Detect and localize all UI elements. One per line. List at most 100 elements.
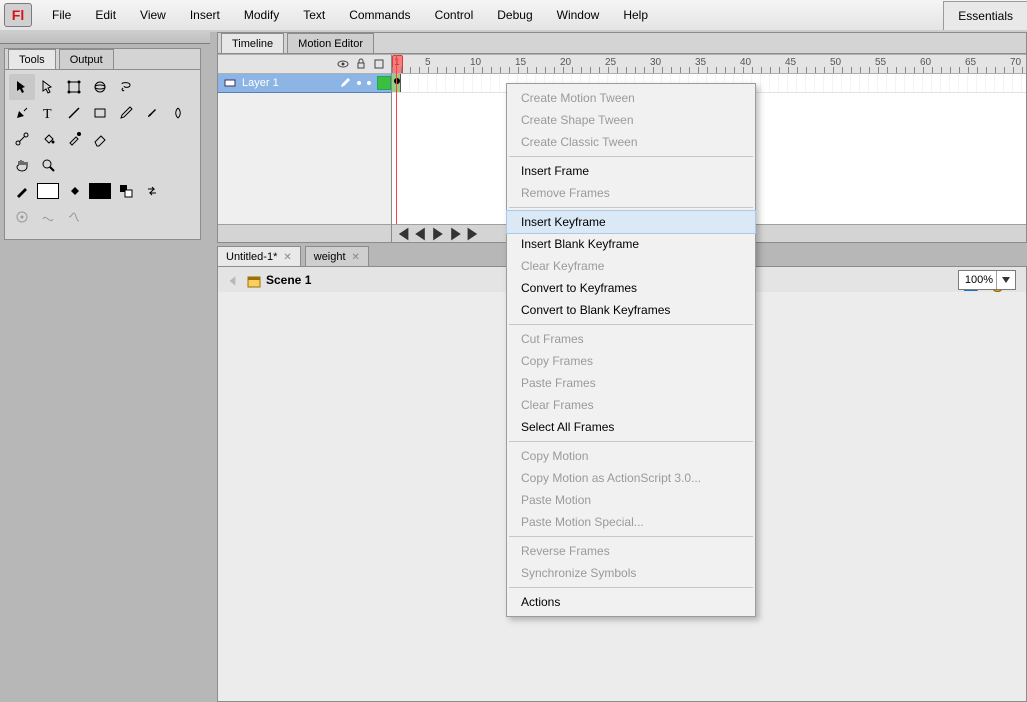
swap-colors-icon[interactable]	[139, 178, 165, 204]
context-item: Copy Motion	[507, 445, 755, 467]
layer-icon	[224, 77, 236, 89]
lasso-tool[interactable]	[113, 74, 139, 100]
menu-debug[interactable]: Debug	[485, 4, 544, 26]
menu-view[interactable]: View	[128, 4, 178, 26]
black-and-white-icon[interactable]	[113, 178, 139, 204]
zoom-field[interactable]: 100%	[958, 270, 1016, 290]
tool-grid: T	[5, 70, 200, 232]
context-item: Cut Frames	[507, 328, 755, 350]
tab-tools[interactable]: Tools	[8, 49, 56, 69]
close-icon[interactable]: ✕	[283, 252, 291, 263]
step-back-icon[interactable]	[412, 227, 428, 241]
scene-icon	[246, 274, 262, 286]
context-item[interactable]: Select All Frames	[507, 416, 755, 438]
tools-panel-tabs: Tools Output	[5, 49, 200, 70]
straighten-icon[interactable]	[61, 204, 87, 230]
goto-first-icon[interactable]	[394, 227, 410, 241]
context-item: Paste Frames	[507, 372, 755, 394]
chevron-down-icon[interactable]	[996, 271, 1015, 289]
tools-panel: Tools Output T	[4, 48, 201, 240]
layer-footer	[218, 224, 391, 242]
separator	[509, 207, 753, 208]
menu-edit[interactable]: Edit	[83, 4, 128, 26]
context-item: Remove Frames	[507, 182, 755, 204]
eyedropper-tool[interactable]	[61, 126, 87, 152]
snap-to-objects-icon[interactable]	[9, 204, 35, 230]
fill-swatch[interactable]	[87, 178, 113, 204]
menu-window[interactable]: Window	[545, 4, 612, 26]
separator	[509, 441, 753, 442]
line-tool[interactable]	[61, 100, 87, 126]
workspace-switcher[interactable]: Essentials	[943, 1, 1027, 31]
context-item: Copy Frames	[507, 350, 755, 372]
tab-output[interactable]: Output	[59, 49, 114, 69]
goto-last-icon[interactable]	[466, 227, 482, 241]
menu-text[interactable]: Text	[291, 4, 337, 26]
menu-control[interactable]: Control	[423, 4, 486, 26]
context-item[interactable]: Actions	[507, 591, 755, 613]
scene-name[interactable]: Scene 1	[266, 273, 311, 287]
outline-icon[interactable]	[373, 58, 385, 70]
menu-modify[interactable]: Modify	[232, 4, 291, 26]
context-item: Copy Motion as ActionScript 3.0...	[507, 467, 755, 489]
free-transform-tool[interactable]	[61, 74, 87, 100]
pencil-tool[interactable]	[113, 100, 139, 126]
context-item[interactable]: Insert Keyframe	[507, 211, 755, 233]
separator	[509, 536, 753, 537]
lock-icon[interactable]	[355, 58, 367, 70]
context-item: Create Shape Tween	[507, 109, 755, 131]
menu-file[interactable]: File	[40, 4, 83, 26]
selection-tool[interactable]	[9, 74, 35, 100]
doc-tab-weight[interactable]: weight ✕	[305, 246, 369, 267]
menu-insert[interactable]: Insert	[178, 4, 232, 26]
pen-tool[interactable]	[9, 100, 35, 126]
layer-row[interactable]: Layer 1	[218, 74, 391, 93]
eye-icon[interactable]	[337, 58, 349, 70]
hand-tool[interactable]	[9, 152, 35, 178]
brush-tool[interactable]	[139, 100, 165, 126]
app-badge: Fl	[4, 3, 32, 27]
outline-swatch[interactable]	[377, 76, 391, 90]
context-item: Clear Frames	[507, 394, 755, 416]
close-icon[interactable]: ✕	[352, 252, 360, 263]
text-tool[interactable]: T	[35, 100, 61, 126]
stroke-swatch[interactable]	[35, 178, 61, 204]
doc-tab-untitled[interactable]: Untitled-1* ✕	[217, 246, 301, 267]
bone-tool[interactable]	[9, 126, 35, 152]
keyframe-dot-icon	[394, 78, 400, 84]
separator	[509, 156, 753, 157]
deco-tool[interactable]	[165, 100, 191, 126]
zoom-tool[interactable]	[35, 152, 61, 178]
context-item[interactable]: Convert to Blank Keyframes	[507, 299, 755, 321]
step-forward-icon[interactable]	[448, 227, 464, 241]
playhead-line	[396, 55, 397, 225]
layer-header	[218, 55, 391, 74]
eraser-tool[interactable]	[87, 126, 113, 152]
context-item: Clear Keyframe	[507, 255, 755, 277]
stroke-color-icon[interactable]	[9, 178, 35, 204]
tab-timeline[interactable]: Timeline	[221, 33, 284, 53]
smooth-icon[interactable]	[35, 204, 61, 230]
context-item: Create Motion Tween	[507, 87, 755, 109]
separator	[509, 587, 753, 588]
play-icon[interactable]	[430, 227, 446, 241]
context-item[interactable]: Convert to Keyframes	[507, 277, 755, 299]
context-item: Create Classic Tween	[507, 131, 755, 153]
context-item: Synchronize Symbols	[507, 562, 755, 584]
timeline-ruler[interactable]: 1510152025303540455055606570	[392, 55, 1026, 74]
context-item[interactable]: Insert Blank Keyframe	[507, 233, 755, 255]
tab-motion-editor[interactable]: Motion Editor	[287, 33, 374, 53]
timeline-context-menu: Create Motion TweenCreate Shape TweenCre…	[506, 83, 756, 617]
menu-help[interactable]: Help	[611, 4, 660, 26]
subselection-tool[interactable]	[35, 74, 61, 100]
back-arrow-icon[interactable]	[226, 274, 240, 286]
right-area: Timeline Motion Editor Layer 1	[210, 32, 1027, 702]
3d-rotation-tool[interactable]	[87, 74, 113, 100]
fill-color-icon[interactable]	[61, 178, 87, 204]
context-item: Paste Motion	[507, 489, 755, 511]
rectangle-tool[interactable]	[87, 100, 113, 126]
menu-commands[interactable]: Commands	[337, 4, 422, 26]
doc-tab-label: weight	[314, 251, 346, 263]
paint-bucket-tool[interactable]	[35, 126, 61, 152]
context-item[interactable]: Insert Frame	[507, 160, 755, 182]
